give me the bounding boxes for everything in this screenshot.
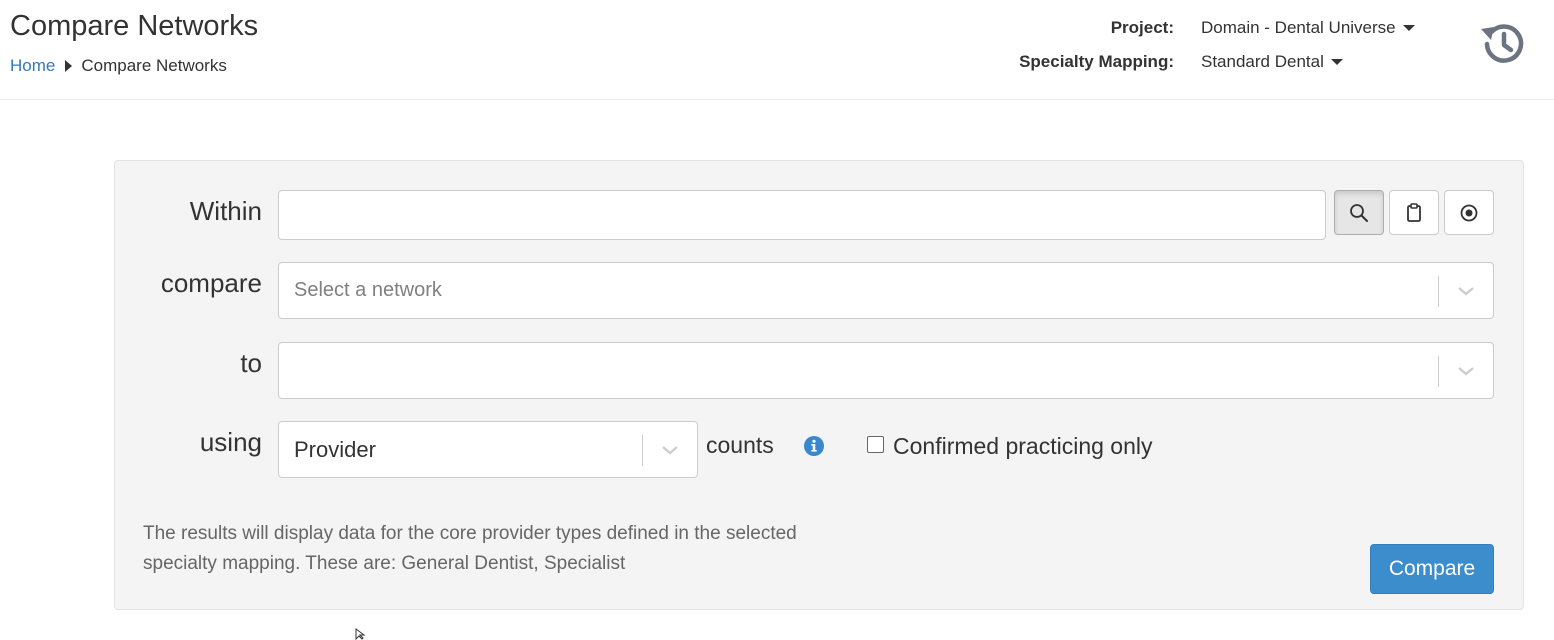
compare-label: compare [160,268,262,298]
compare-network-placeholder: Select a network [294,279,442,301]
help-text: The results will display data for the co… [143,523,797,574]
locate-button[interactable] [1444,190,1494,235]
compare-form-panel: Within compare Select a network to using… [114,160,1524,610]
to-network-select[interactable] [278,342,1494,399]
specialty-mapping-dropdown[interactable]: Standard Dental [1201,52,1343,72]
paste-button[interactable] [1389,190,1439,235]
history-icon [1481,24,1524,63]
select-separator [1438,356,1439,387]
compare-button[interactable]: Compare [1370,544,1494,594]
search-button[interactable] [1334,190,1384,235]
project-dropdown[interactable]: Domain - Dental Universe [1201,18,1415,38]
breadcrumb-home-link[interactable]: Home [10,55,55,77]
caret-down-icon [1330,59,1343,65]
info-icon[interactable] [803,435,825,457]
mouse-cursor-icon [355,628,366,640]
chevron-down-icon [1458,287,1474,296]
project-row: Project: Domain - Dental Universe [1000,16,1415,40]
breadcrumb-separator-icon [65,60,73,72]
count-type-select[interactable]: Provider [278,421,698,478]
page-header: Compare Networks Home Compare Networks P… [0,0,1554,100]
confirmed-practicing-checkbox[interactable] [867,436,884,453]
select-separator [642,435,643,466]
breadcrumb: Home Compare Networks [10,55,227,77]
chevron-down-icon [662,446,678,455]
counts-label: counts [706,432,774,458]
to-label: to [240,348,262,378]
using-label: using [199,427,262,457]
caret-down-icon [1402,25,1415,31]
breadcrumb-current: Compare Networks [81,56,227,75]
compare-network-select[interactable]: Select a network [278,262,1494,319]
within-input[interactable] [278,190,1326,240]
page-title: Compare Networks [10,10,259,42]
project-label: Project: [1110,18,1174,37]
count-type-value: Provider [294,436,376,462]
target-icon [1460,204,1478,221]
chevron-down-icon [1458,367,1474,376]
project-value: Domain - Dental Universe [1201,18,1396,37]
select-separator [1438,276,1439,307]
search-icon [1350,203,1368,222]
within-label: Within [189,196,262,226]
history-button[interactable] [1478,18,1530,70]
specialty-mapping-label: Specialty Mapping: [1019,52,1174,71]
confirmed-practicing-label: Confirmed practicing only [893,433,1153,459]
specialty-mapping-row: Specialty Mapping: Standard Dental [1000,50,1343,74]
confirmed-practicing-toggle[interactable]: Confirmed practicing only [867,433,1153,460]
specialty-mapping-value: Standard Dental [1201,52,1324,71]
clipboard-icon [1407,202,1421,222]
